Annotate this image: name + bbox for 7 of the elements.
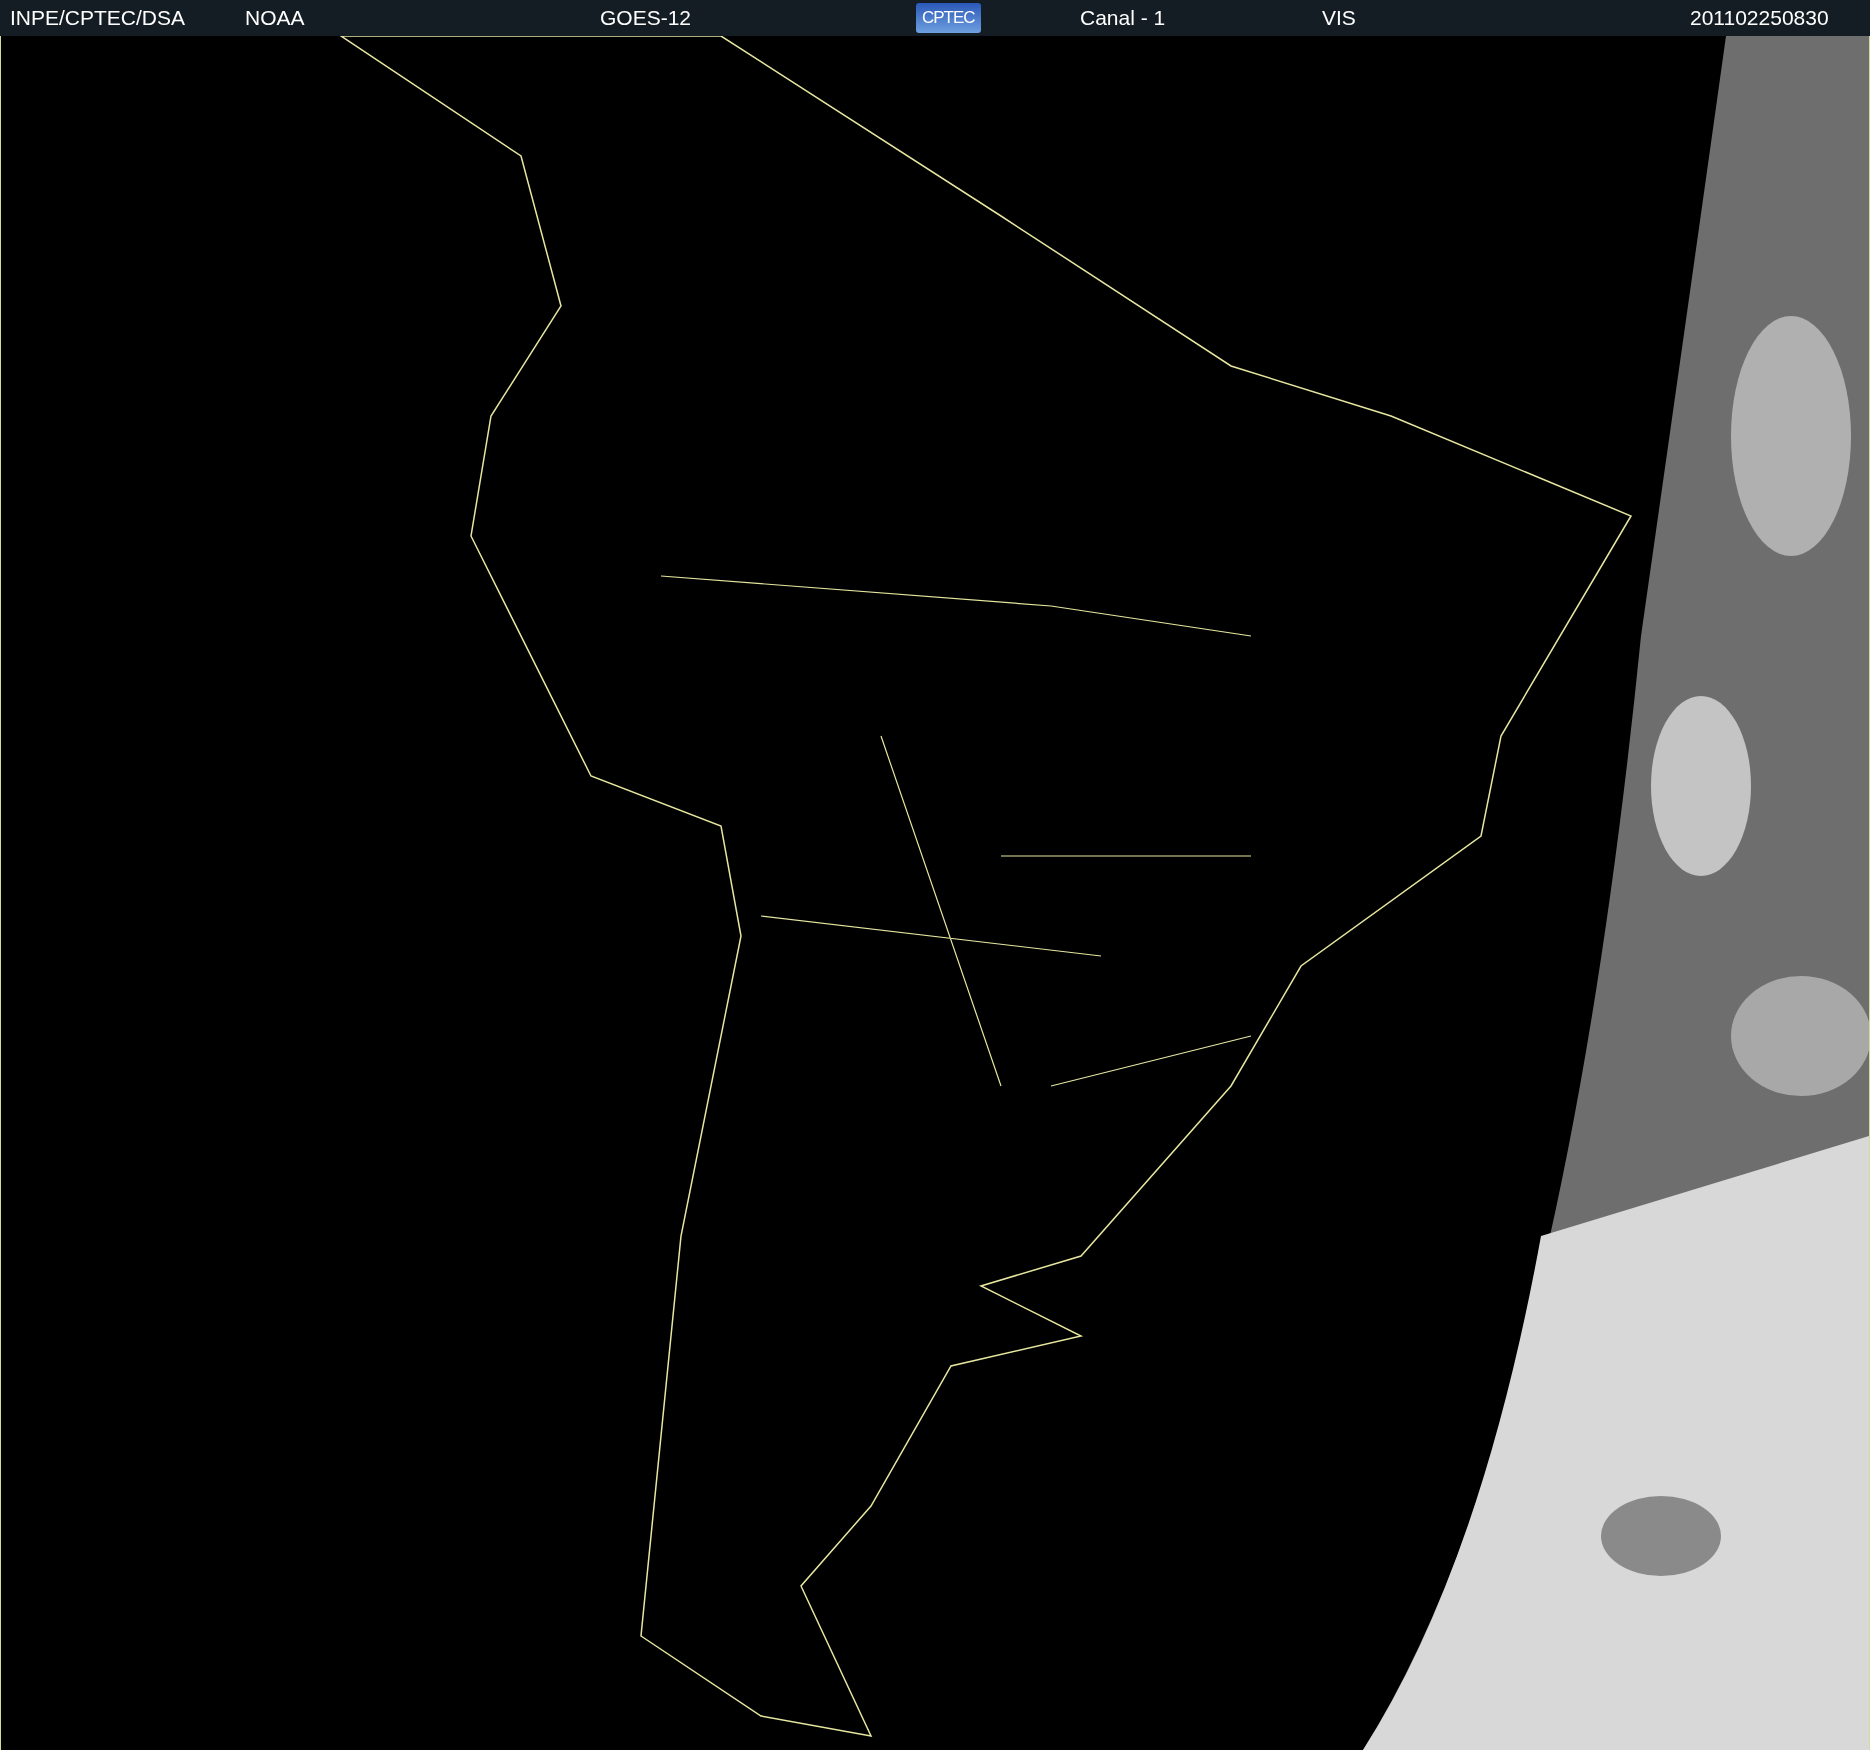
band-label: VIS: [1322, 5, 1356, 31]
agency-label: NOAA: [245, 5, 305, 31]
channel-label: Canal - 1: [1080, 5, 1166, 31]
timestamp-label: 201102250830: [1690, 5, 1829, 31]
source-label: INPE/CPTEC/DSA: [10, 5, 186, 31]
satellite-label: GOES-12: [600, 5, 692, 31]
logo: CPTEC: [916, 3, 981, 33]
